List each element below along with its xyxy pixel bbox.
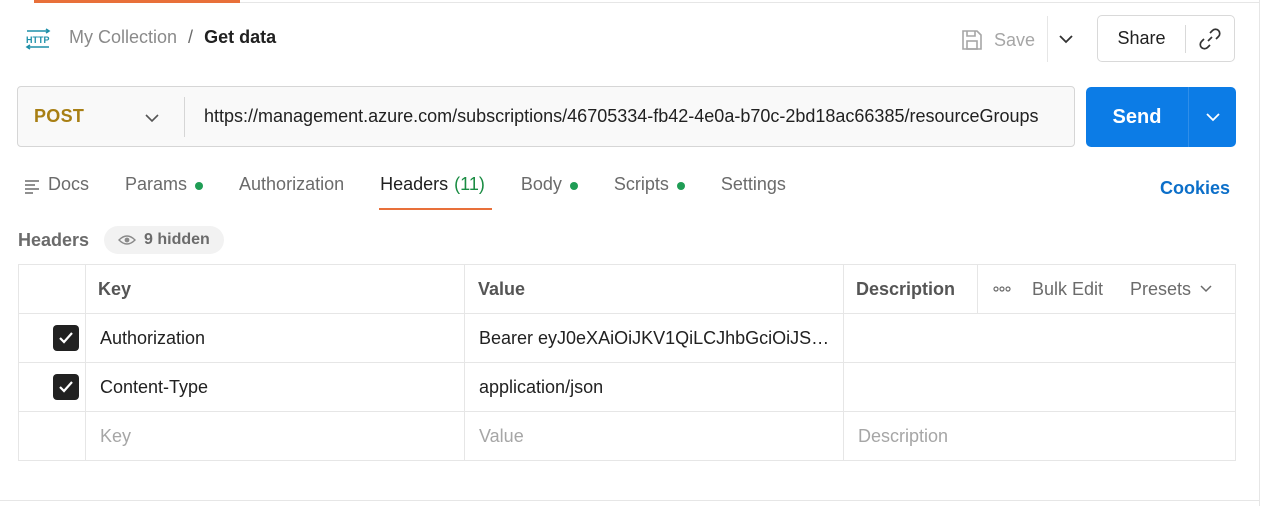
tab-label: Authorization <box>239 174 345 194</box>
chevron-down-icon <box>145 114 159 123</box>
docs-icon <box>25 180 39 194</box>
save-divider <box>1047 16 1048 62</box>
header-value-text: Bearer eyJ0eXAiOiJKV1QiLCJhbGciOiJSUzI1N… <box>479 327 837 348</box>
save-options-chevron-icon[interactable] <box>1058 32 1074 46</box>
url-text: https://management.azure.com/subscriptio… <box>204 106 1039 126</box>
table-row: Authorization Bearer eyJ0eXAiOiJKV1QiLCJ… <box>19 314 1235 363</box>
tab-params[interactable]: Params <box>125 174 204 210</box>
checkbox-checked <box>53 374 79 400</box>
table-row-new: Key Value Description <box>19 412 1235 461</box>
checkmark-icon <box>59 332 73 344</box>
headers-count: (11) <box>454 174 485 194</box>
new-key-input[interactable]: Key <box>100 412 131 461</box>
link-icon <box>1199 27 1221 50</box>
share-button[interactable]: Share <box>1098 28 1185 49</box>
request-url-bar: POST https://management.azure.com/subscr… <box>17 86 1075 147</box>
header-value[interactable]: application/json <box>479 363 603 411</box>
right-border <box>1259 0 1260 506</box>
new-value-input[interactable]: Value <box>479 412 524 461</box>
save-icon <box>962 30 982 50</box>
active-tab-underline <box>379 208 492 210</box>
request-name[interactable]: Get data <box>204 27 276 48</box>
chevron-down-icon <box>1205 113 1220 122</box>
tab-label: Settings <box>720 174 786 194</box>
new-description-input[interactable]: Description <box>858 412 948 461</box>
tab-label: Docs <box>48 174 90 194</box>
header-value[interactable]: Bearer eyJ0eXAiOiJKV1QiLCJhbGciOiJSUzI1N… <box>479 314 837 362</box>
presets-label: Presets <box>1130 278 1192 299</box>
header-key[interactable]: Content-Type <box>100 363 208 411</box>
request-tabs: Docs Params Authorization Headers (11) B… <box>24 174 822 210</box>
column-header-value: Value <box>478 278 526 299</box>
send-group: Send <box>1086 87 1236 147</box>
save-button[interactable]: Save <box>960 26 1035 54</box>
bottom-divider <box>0 500 1260 501</box>
tab-headers[interactable]: Headers (11) <box>379 174 492 210</box>
tab-docs[interactable]: Docs <box>24 174 89 210</box>
presets-dropdown[interactable]: Presets <box>1130 265 1213 313</box>
eye-icon <box>118 235 136 245</box>
ellipsis-icon <box>993 286 1011 292</box>
tab-label: Body <box>520 174 562 194</box>
method-selector[interactable]: POST <box>18 87 184 146</box>
url-input[interactable]: https://management.azure.com/subscriptio… <box>185 87 1074 146</box>
http-icon: HTTP <box>25 28 51 50</box>
tab-label: Scripts <box>613 174 669 194</box>
bulk-edit-button[interactable]: Bulk Edit <box>1032 265 1103 313</box>
tab-body[interactable]: Body <box>521 174 578 210</box>
copy-link-button[interactable] <box>1186 27 1234 51</box>
status-dot <box>569 182 578 190</box>
headers-table: Key Value Description Bulk Edit Presets <box>18 264 1236 461</box>
breadcrumb-separator: / <box>188 27 194 47</box>
table-row: Content-Type application/json <box>19 363 1235 412</box>
row-checkbox[interactable] <box>53 314 79 362</box>
svg-text:HTTP: HTTP <box>26 35 50 45</box>
breadcrumb-collection[interactable]: My Collection <box>69 27 177 48</box>
cookies-link[interactable]: Cookies <box>1160 178 1230 199</box>
row-checkbox[interactable] <box>53 363 79 411</box>
tab-label: Params <box>125 174 188 194</box>
method-label: POST <box>34 106 85 126</box>
send-options-button[interactable] <box>1189 110 1236 124</box>
tab-scripts[interactable]: Scripts <box>614 174 685 210</box>
tab-settings[interactable]: Settings <box>721 174 786 210</box>
active-tab-indicator <box>34 0 240 3</box>
column-header-description: Description <box>856 278 956 299</box>
more-options-icon[interactable] <box>993 265 1011 313</box>
table-header-row: Key Value Description Bulk Edit Presets <box>19 265 1235 314</box>
breadcrumb: My Collection / Get data <box>69 27 276 48</box>
section-title: Headers <box>18 230 90 250</box>
tab-label: Headers <box>380 174 449 194</box>
status-dot <box>676 182 685 190</box>
tab-authorization[interactable]: Authorization <box>239 174 344 210</box>
column-header-key: Key <box>98 278 132 299</box>
chevron-down-icon <box>1200 285 1212 293</box>
hidden-count: 9 hidden <box>144 231 210 248</box>
header-key[interactable]: Authorization <box>100 314 205 362</box>
save-label: Save <box>994 29 1036 50</box>
hidden-headers-toggle[interactable]: 9 hidden <box>104 226 224 254</box>
checkbox-checked <box>53 325 79 351</box>
top-divider <box>240 2 1260 3</box>
status-dot <box>195 182 204 190</box>
send-button[interactable]: Send <box>1086 106 1188 129</box>
share-group: Share <box>1097 15 1235 62</box>
checkmark-icon <box>59 381 73 393</box>
